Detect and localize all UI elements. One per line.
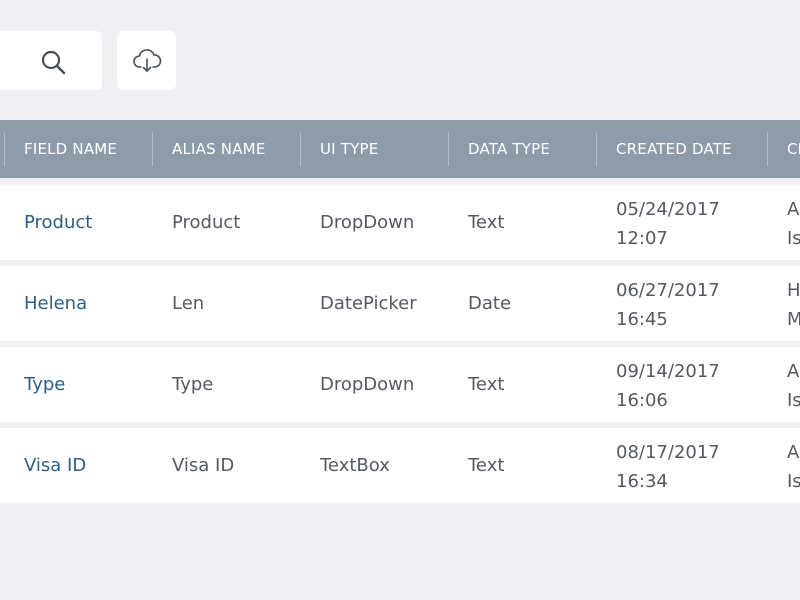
created-date-cell: 08/17/2017 16:34: [616, 438, 764, 496]
ui-type-cell: TextBox: [320, 455, 390, 476]
header-divider: [4, 132, 5, 166]
created-time: 16:45: [616, 309, 668, 330]
created-time: 16:06: [616, 390, 668, 411]
created-time: 16:34: [616, 471, 668, 492]
download-button[interactable]: [117, 31, 176, 90]
created-date: 08/17/2017: [616, 442, 720, 463]
column-header-data-type[interactable]: DATA TYPE: [468, 120, 594, 178]
table-row[interactable]: Product Product DropDown Text 05/24/2017…: [0, 185, 800, 260]
column-header-field-name[interactable]: FIELD NAME: [24, 120, 150, 178]
created-by-cell: H M: [787, 276, 800, 334]
column-header-created-by[interactable]: CR: [787, 120, 800, 178]
data-type-cell: Date: [468, 293, 512, 314]
created-by-line2: Is: [787, 471, 800, 492]
data-type-cell: Text: [468, 455, 505, 476]
alias-name-cell: Type: [172, 374, 214, 395]
ui-type-cell: DropDown: [320, 374, 415, 395]
column-header-alias-name[interactable]: ALIAS NAME: [172, 120, 298, 178]
created-date: 06/27/2017: [616, 280, 720, 301]
field-name-link[interactable]: Visa ID: [24, 428, 150, 503]
page: FIELD NAME ALIAS NAME UI TYPE DATA TYPE …: [0, 0, 800, 600]
created-by-line1: H: [787, 280, 800, 301]
column-header-ui-type[interactable]: UI TYPE: [320, 120, 446, 178]
column-header-created-date[interactable]: CREATED DATE: [616, 120, 764, 178]
header-divider: [596, 132, 597, 166]
created-date-cell: 06/27/2017 16:45: [616, 276, 764, 334]
created-by-cell: A Is: [787, 195, 800, 253]
alias-name-cell: Product: [172, 212, 241, 233]
data-type-cell: Text: [468, 374, 505, 395]
created-by-cell: A Is: [787, 438, 800, 496]
table-row[interactable]: Helena Len DatePicker Date 06/27/2017 16…: [0, 266, 800, 341]
header-divider: [300, 132, 301, 166]
ui-type-cell: DatePicker: [320, 293, 417, 314]
created-by-line1: A: [787, 199, 800, 220]
search-box[interactable]: [0, 31, 102, 92]
data-type-cell: Text: [468, 212, 505, 233]
field-name-link[interactable]: Product: [24, 185, 150, 260]
field-name-link[interactable]: Type: [24, 347, 150, 422]
header-divider: [152, 132, 153, 166]
search-icon: [41, 50, 66, 75]
table-header: FIELD NAME ALIAS NAME UI TYPE DATA TYPE …: [0, 120, 800, 178]
search-input[interactable]: [0, 31, 34, 92]
created-time: 12:07: [616, 228, 668, 249]
field-name-link[interactable]: Helena: [24, 266, 150, 341]
created-by-line2: M: [787, 309, 800, 330]
alias-name-cell: Len: [172, 293, 205, 314]
created-by-line1: A: [787, 442, 800, 463]
cloud-download-icon: [132, 48, 161, 72]
fields-table: FIELD NAME ALIAS NAME UI TYPE DATA TYPE …: [0, 120, 800, 503]
header-divider: [448, 132, 449, 166]
table-row[interactable]: Type Type DropDown Text 09/14/2017 16:06…: [0, 347, 800, 422]
created-date-cell: 05/24/2017 12:07: [616, 195, 764, 253]
created-by-line2: Is: [787, 390, 800, 411]
created-by-cell: A Is: [787, 357, 800, 415]
created-date-cell: 09/14/2017 16:06: [616, 357, 764, 415]
table-row[interactable]: Visa ID Visa ID TextBox Text 08/17/2017 …: [0, 428, 800, 503]
ui-type-cell: DropDown: [320, 212, 415, 233]
header-divider: [767, 132, 768, 166]
search-button[interactable]: [38, 47, 68, 77]
created-by-line1: A: [787, 361, 800, 382]
created-by-line2: Is: [787, 228, 800, 249]
created-date: 09/14/2017: [616, 361, 720, 382]
created-date: 05/24/2017: [616, 199, 720, 220]
alias-name-cell: Visa ID: [172, 455, 235, 476]
